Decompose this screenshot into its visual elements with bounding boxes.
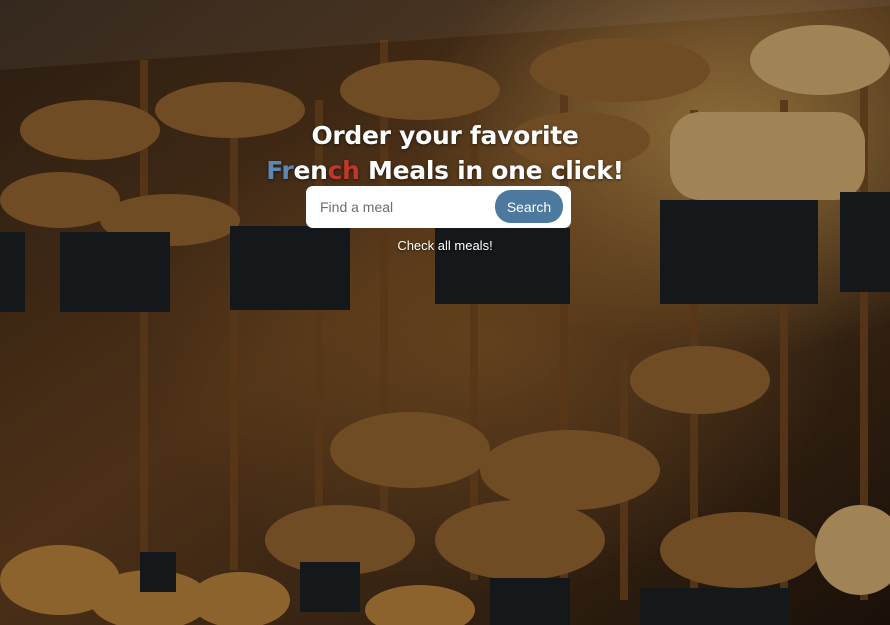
hero-title: Order your favorite French Meals in one …	[0, 118, 890, 188]
search-form: Search	[306, 186, 571, 228]
hero-content: Order your favorite French Meals in one …	[0, 118, 890, 253]
hero-title-line2-rest: Meals in one click!	[359, 156, 624, 185]
hero-title-line1: Order your favorite	[311, 121, 579, 150]
search-button[interactable]: Search	[495, 190, 563, 223]
check-all-meals-link[interactable]: Check all meals!	[0, 238, 890, 253]
french-flag-blue-text: Fr	[266, 156, 294, 185]
french-flag-white-text: en	[293, 156, 328, 185]
search-input[interactable]	[312, 191, 492, 223]
dark-overlay	[0, 0, 890, 625]
french-flag-red-text: ch	[327, 156, 360, 185]
hero-title-line2: French Meals in one click!	[0, 153, 890, 188]
hero-section: Order your favorite French Meals in one …	[0, 0, 890, 625]
